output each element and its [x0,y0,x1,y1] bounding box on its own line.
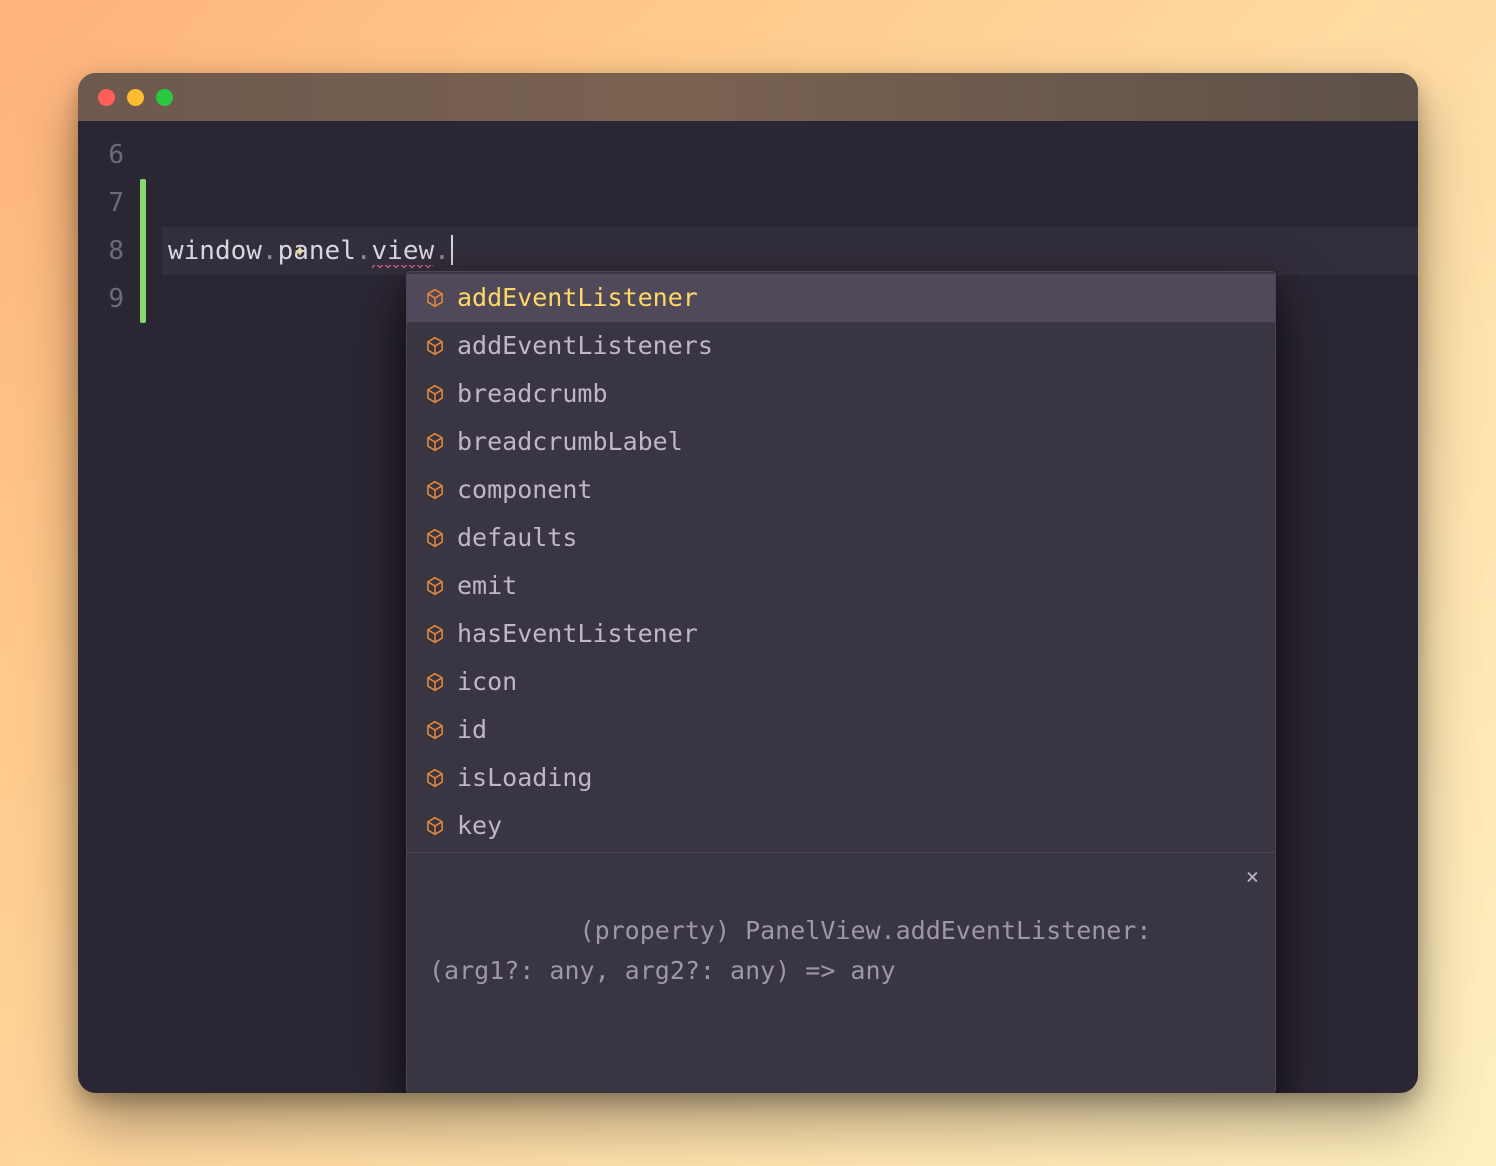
autocomplete-item[interactable]: icon [407,658,1275,706]
autocomplete-item[interactable]: id [407,706,1275,754]
window-zoom-button[interactable] [156,89,173,106]
code-line-6[interactable] [168,131,1418,179]
autocomplete-item[interactable]: key [407,802,1275,850]
editor-area[interactable]: 6 7 8 9 ✦ window.panel.view. addEventLis… [78,121,1418,1093]
autocomplete-item-label: emit [457,562,517,610]
method-icon [425,768,445,788]
autocomplete-item-label: icon [457,658,517,706]
autocomplete-item-label: isLoading [457,754,592,802]
code-line-8[interactable]: window.panel.view. [162,227,1418,275]
code-token-error: view [372,236,435,269]
text-cursor [451,235,453,265]
autocomplete-item[interactable]: breadcrumbLabel [407,418,1275,466]
method-icon [425,480,445,500]
line-number: 6 [78,131,124,179]
autocomplete-item[interactable]: isLoading [407,754,1275,802]
line-number: 8 [78,227,124,275]
editor-window: 6 7 8 9 ✦ window.panel.view. addEventLis… [78,73,1418,1093]
window-close-button[interactable] [98,89,115,106]
code-token: panel [278,236,356,266]
line-number-gutter: 6 7 8 9 [78,121,140,1093]
autocomplete-item-label: defaults [457,514,577,562]
code-token: window [168,236,262,266]
autocomplete-item[interactable]: component [407,466,1275,514]
code-token-dot: . [434,236,450,266]
autocomplete-item-label: hasEventListener [457,610,698,658]
method-icon [425,624,445,644]
autocomplete-item[interactable]: defaults [407,514,1275,562]
method-icon [425,384,445,404]
autocomplete-item[interactable]: breadcrumb [407,370,1275,418]
autocomplete-list[interactable]: addEventListeneraddEventListenersbreadcr… [407,272,1275,852]
autocomplete-item-label: breadcrumb [457,370,608,418]
titlebar [78,73,1418,121]
code-content[interactable]: ✦ window.panel.view. addEventListeneradd… [146,121,1418,1093]
code-token-dot: . [262,236,278,266]
autocomplete-popup[interactable]: addEventListeneraddEventListenersbreadcr… [406,271,1276,1093]
autocomplete-item[interactable]: hasEventListener [407,610,1275,658]
method-icon [425,720,445,740]
autocomplete-item[interactable]: addEventListeners [407,322,1275,370]
autocomplete-detail-text: (property) PanelView.addEventListener: (… [429,916,1167,985]
method-icon [425,672,445,692]
method-icon [425,336,445,356]
autocomplete-item[interactable]: addEventListener [407,274,1275,322]
autocomplete-item[interactable]: emit [407,562,1275,610]
autocomplete-item-label: addEventListeners [457,322,713,370]
code-line-7[interactable]: ✦ [168,179,1418,227]
method-icon [425,816,445,836]
autocomplete-item-label: addEventListener [457,274,698,322]
method-icon [425,576,445,596]
close-icon[interactable]: × [1246,867,1259,889]
method-icon [425,288,445,308]
code-token-dot: . [356,236,372,266]
line-number: 9 [78,275,124,323]
method-icon [425,432,445,452]
line-number: 7 [78,179,124,227]
autocomplete-detail-panel: (property) PanelView.addEventListener: (… [407,852,1275,1093]
autocomplete-item-label: breadcrumbLabel [457,418,683,466]
autocomplete-item-label: key [457,802,502,850]
method-icon [425,528,445,548]
autocomplete-item-label: id [457,706,487,754]
autocomplete-item-label: component [457,466,592,514]
window-minimize-button[interactable] [127,89,144,106]
